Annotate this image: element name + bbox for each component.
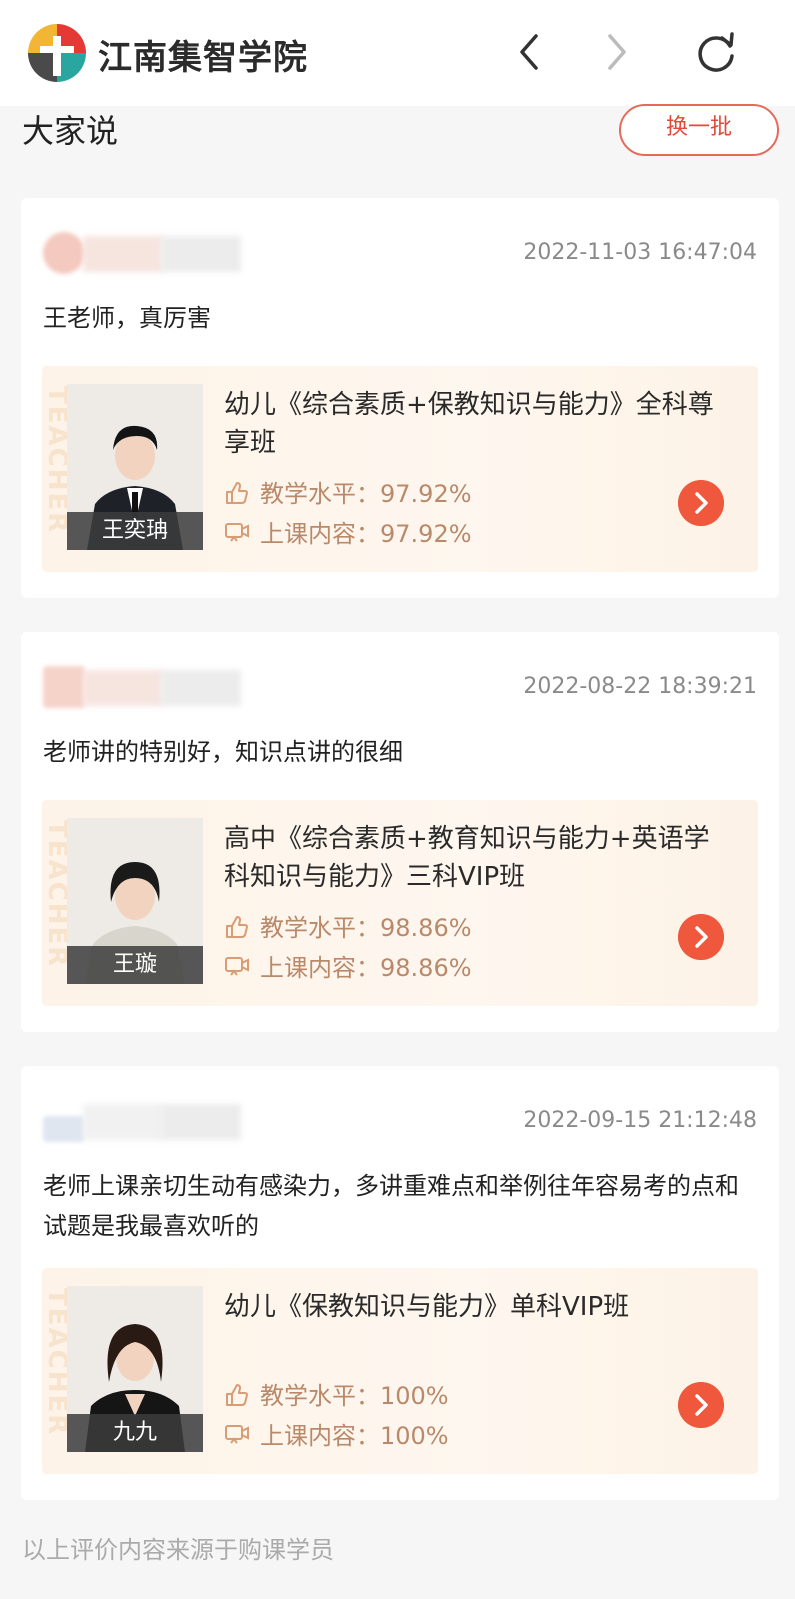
course-title: 幼儿《保教知识与能力》单科VIP班 — [224, 1292, 630, 1322]
review-comment: 老师上课亲切生动有感染力，多讲重难点和举例往年容易考的点和试题是我最喜欢听的 — [43, 1172, 739, 1240]
footer-note: 以上评价内容来源于购课学员 — [22, 1536, 334, 1564]
course-content-metric: 上课内容：97.92% — [224, 514, 472, 549]
teaching-level-metric: 教学水平：97.92% — [224, 474, 472, 509]
review-time: 2022-11-03 16:47:04 — [523, 240, 757, 265]
course-title: 幼儿《综合素质+保教知识与能力》全科尊享班 — [224, 390, 714, 458]
teaching-level-metric: 教学水平：100% — [224, 1376, 449, 1411]
review-card: 2022-11-03 16:47:04 王老师，真厉害 TEACHER 王奕珃 … — [21, 198, 779, 598]
review-card: 2022-09-15 21:12:48 老师上课亲切生动有感染力，多讲重难点和举… — [21, 1066, 779, 1500]
course-title: 高中《综合素质+教育知识与能力+英语学科知识与能力》三科VIP班 — [224, 824, 710, 892]
course-card[interactable]: TEACHER 王璇 高中《综合素质+教育知识与能力+英语学科知识与能力》三科V… — [42, 800, 758, 1006]
video-icon — [225, 957, 249, 976]
teacher-name: 九九 — [67, 1414, 203, 1452]
user-info-blurred — [43, 666, 273, 708]
course-content-metric: 上课内容：98.86% — [224, 948, 472, 983]
review-card: 2022-08-22 18:39:21 老师讲的特别好，知识点讲的很细 TEAC… — [21, 632, 779, 1032]
review-comment: 王老师，真厉害 — [43, 304, 211, 332]
go-arrow-icon[interactable] — [678, 1382, 724, 1428]
thumbs-up-icon — [226, 482, 248, 504]
refresh-icon[interactable] — [692, 28, 740, 76]
course-content-metric: 上课内容：100% — [224, 1416, 449, 1451]
user-info-blurred — [43, 232, 273, 274]
brand-name: 江南集智学院 — [98, 38, 308, 78]
teacher-photo: 王奕珃 — [67, 384, 203, 550]
course-card[interactable]: TEACHER 九九 幼儿《保教知识与能力》单科VIP班 教学水平：100% 上… — [42, 1268, 758, 1474]
section-title: 大家说 — [22, 112, 119, 150]
review-time: 2022-08-22 18:39:21 — [523, 674, 757, 699]
thumbs-up-icon — [226, 1384, 248, 1406]
back-icon[interactable] — [506, 28, 554, 76]
review-comment: 老师讲的特别好，知识点讲的很细 — [43, 738, 403, 766]
go-arrow-icon[interactable] — [678, 914, 724, 960]
teacher-photo: 王璇 — [67, 818, 203, 984]
teacher-name: 王奕珃 — [67, 512, 203, 550]
refresh-batch-button[interactable]: 换一批 — [619, 104, 779, 156]
user-info-blurred — [43, 1100, 273, 1142]
teaching-level-metric: 教学水平：98.86% — [224, 908, 472, 943]
teacher-name: 王璇 — [67, 946, 203, 984]
top-bar: 江南集智学院 — [0, 0, 795, 106]
go-arrow-icon[interactable] — [678, 480, 724, 526]
review-time: 2022-09-15 21:12:48 — [523, 1108, 757, 1133]
thumbs-up-icon — [226, 916, 248, 938]
video-icon — [225, 523, 249, 542]
forward-icon[interactable] — [592, 28, 640, 76]
video-icon — [225, 1425, 249, 1444]
course-card[interactable]: TEACHER 王奕珃 幼儿《综合素质+保教知识与能力》全科尊享班 教学水平：9… — [42, 366, 758, 572]
teacher-photo: 九九 — [67, 1286, 203, 1452]
logo-icon — [28, 24, 86, 82]
